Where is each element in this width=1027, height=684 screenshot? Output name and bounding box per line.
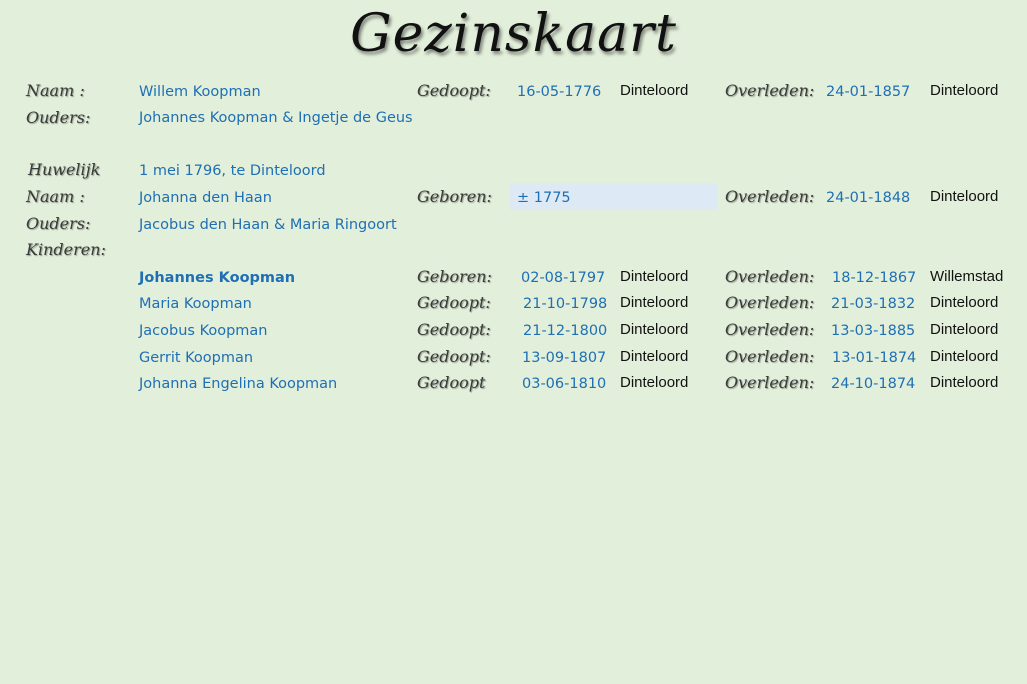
label-overleden: Overleden: <box>725 320 815 339</box>
child-date[interactable]: 13-09-1807 <box>522 348 606 368</box>
person-death-place[interactable]: Dinteloord <box>930 81 998 101</box>
label-overleden: Overleden: <box>725 293 815 312</box>
person-name[interactable]: Willem Koopman <box>139 82 261 102</box>
child-death-place[interactable]: Dinteloord <box>930 320 998 340</box>
child-date[interactable]: 21-10-1798 <box>523 294 607 314</box>
child-date[interactable]: 03-06-1810 <box>522 374 606 394</box>
child-death-place[interactable]: Willemstad <box>930 267 1003 287</box>
child-death-place[interactable]: Dinteloord <box>930 293 998 313</box>
child-date[interactable]: 02-08-1797 <box>521 268 605 288</box>
marriage-info[interactable]: 1 mei 1796, te Dinteloord <box>139 161 326 181</box>
label-naam: Naam : <box>26 187 85 206</box>
label-geboren: Geboren: <box>417 187 492 206</box>
spouse-birth[interactable]: ± 1775 <box>517 188 571 208</box>
person-baptism-date[interactable]: 16-05-1776 <box>517 82 601 102</box>
child-name[interactable]: Johannes Koopman <box>139 268 295 288</box>
child-name[interactable]: Johanna Engelina Koopman <box>139 374 337 394</box>
label-ouders: Ouders: <box>26 108 91 127</box>
child-name[interactable]: Jacobus Koopman <box>139 321 268 341</box>
child-death-date[interactable]: 21-03-1832 <box>831 294 915 314</box>
spouse-parents[interactable]: Jacobus den Haan & Maria Ringoort <box>139 215 397 235</box>
label-huwelijk: Huwelijk <box>28 160 101 179</box>
label-overleden: Overleden: <box>725 81 815 100</box>
person-parents[interactable]: Johannes Koopman & Ingetje de Geus <box>139 108 413 128</box>
child-event-label: Gedoopt: <box>417 293 491 312</box>
child-death-date[interactable]: 13-01-1874 <box>832 348 916 368</box>
child-name[interactable]: Gerrit Koopman <box>139 348 253 368</box>
person-baptism-place[interactable]: Dinteloord <box>620 81 688 101</box>
child-place[interactable]: Dinteloord <box>620 347 688 367</box>
child-event-label: Gedoopt: <box>417 320 491 339</box>
child-death-place[interactable]: Dinteloord <box>930 373 998 393</box>
child-date[interactable]: 21-12-1800 <box>523 321 607 341</box>
child-event-label: Geboren: <box>417 267 492 286</box>
child-place[interactable]: Dinteloord <box>620 293 688 313</box>
person-death-date[interactable]: 24-01-1857 <box>826 82 910 102</box>
spouse-death-place[interactable]: Dinteloord <box>930 187 998 207</box>
label-naam: Naam : <box>26 81 85 100</box>
label-ouders: Ouders: <box>26 214 91 233</box>
page-title: Gezinskaart <box>350 4 677 64</box>
child-death-date[interactable]: 24-10-1874 <box>831 374 915 394</box>
child-death-place[interactable]: Dinteloord <box>930 347 998 367</box>
label-overleden: Overleden: <box>725 187 815 206</box>
label-overleden: Overleden: <box>725 347 815 366</box>
spouse-death-date[interactable]: 24-01-1848 <box>826 188 910 208</box>
label-overleden: Overleden: <box>725 267 815 286</box>
child-place[interactable]: Dinteloord <box>620 320 688 340</box>
child-event-label: Gedoopt: <box>417 347 491 366</box>
child-place[interactable]: Dinteloord <box>620 373 688 393</box>
child-name[interactable]: Maria Koopman <box>139 294 252 314</box>
label-gedoopt: Gedoopt: <box>417 81 491 100</box>
child-place[interactable]: Dinteloord <box>620 267 688 287</box>
label-overleden: Overleden: <box>725 373 815 392</box>
child-death-date[interactable]: 13-03-1885 <box>831 321 915 341</box>
label-kinderen: Kinderen: <box>26 240 106 259</box>
spouse-name[interactable]: Johanna den Haan <box>139 188 272 208</box>
child-event-label: Gedoopt <box>417 373 486 392</box>
child-death-date[interactable]: 18-12-1867 <box>832 268 916 288</box>
